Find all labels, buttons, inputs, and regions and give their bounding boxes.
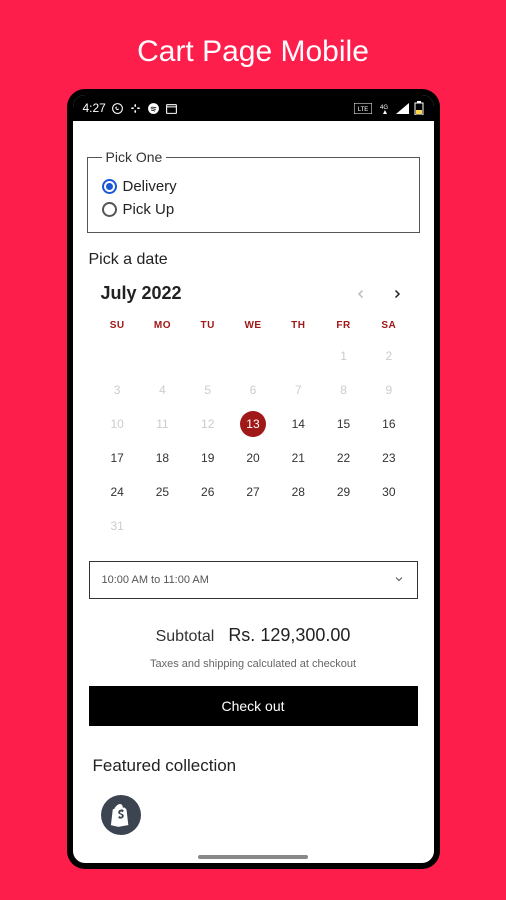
svg-text:LTE: LTE xyxy=(357,107,368,113)
calendar: July 2022 SUMOTUWETHFRSA 123456789101112… xyxy=(87,283,420,543)
radio-label: Delivery xyxy=(123,178,177,195)
battery-icon xyxy=(414,101,424,115)
calendar-day[interactable]: 23 xyxy=(366,441,411,475)
signal-icon xyxy=(396,103,409,114)
calendar-day: 12 xyxy=(185,407,230,441)
calendar-day: 9 xyxy=(366,373,411,407)
calendar-day[interactable]: 21 xyxy=(276,441,321,475)
calendar-day[interactable]: 16 xyxy=(366,407,411,441)
weekday-label: TH xyxy=(276,320,321,331)
calendar-day[interactable]: 22 xyxy=(321,441,366,475)
chevron-down-icon xyxy=(393,573,405,588)
calendar-day xyxy=(185,509,230,543)
calendar-day[interactable]: 17 xyxy=(95,441,140,475)
calendar-icon xyxy=(165,102,178,115)
weekday-label: TU xyxy=(185,320,230,331)
next-month-button[interactable] xyxy=(388,285,406,303)
calendar-day: 5 xyxy=(185,373,230,407)
calendar-day xyxy=(276,509,321,543)
weekday-label: SA xyxy=(366,320,411,331)
weekday-label: WE xyxy=(230,320,275,331)
calendar-day[interactable]: 24 xyxy=(95,475,140,509)
fieldset-legend: Pick One xyxy=(102,149,167,165)
calendar-day xyxy=(230,339,275,373)
home-indicator xyxy=(198,855,308,859)
spotify-icon xyxy=(147,102,160,115)
phone-frame: 4:27 LTE 4G Pick One Delivery xyxy=(67,89,440,869)
calendar-day: 7 xyxy=(276,373,321,407)
slack-icon xyxy=(129,102,142,115)
calendar-day[interactable]: 27 xyxy=(230,475,275,509)
calendar-day xyxy=(366,509,411,543)
calendar-day: 10 xyxy=(95,407,140,441)
radio-option-delivery[interactable]: Delivery xyxy=(102,178,405,195)
calendar-day: 2 xyxy=(366,339,411,373)
calendar-day xyxy=(140,339,185,373)
phone-screen: 4:27 LTE 4G Pick One Delivery xyxy=(73,95,434,863)
subtotal-label: Subtotal xyxy=(156,628,215,646)
radio-icon xyxy=(102,202,117,217)
status-time: 4:27 xyxy=(83,101,106,115)
calendar-day xyxy=(276,339,321,373)
calendar-day: 11 xyxy=(140,407,185,441)
calendar-day[interactable]: 20 xyxy=(230,441,275,475)
calendar-day: 31 xyxy=(95,509,140,543)
pick-date-label: Pick a date xyxy=(89,251,420,269)
radio-option-pickup[interactable]: Pick Up xyxy=(102,201,405,218)
calendar-day[interactable]: 19 xyxy=(185,441,230,475)
delivery-method-fieldset: Pick One Delivery Pick Up xyxy=(87,157,420,233)
calendar-day[interactable]: 18 xyxy=(140,441,185,475)
radio-icon xyxy=(102,179,117,194)
whatsapp-icon xyxy=(111,102,124,115)
calendar-day: 6 xyxy=(230,373,275,407)
lte-icon: LTE xyxy=(354,103,372,114)
radio-label: Pick Up xyxy=(123,201,175,218)
subtotal-row: Subtotal Rs. 129,300.00 xyxy=(87,625,420,646)
weekday-label: SU xyxy=(95,320,140,331)
weekday-label: FR xyxy=(321,320,366,331)
calendar-day xyxy=(321,509,366,543)
calendar-month-title: July 2022 xyxy=(101,283,182,304)
calendar-day: 8 xyxy=(321,373,366,407)
calendar-day xyxy=(140,509,185,543)
calendar-day xyxy=(95,339,140,373)
status-bar: 4:27 LTE 4G xyxy=(73,95,434,121)
calendar-day[interactable]: 28 xyxy=(276,475,321,509)
calendar-day xyxy=(230,509,275,543)
checkout-button[interactable]: Check out xyxy=(89,686,418,726)
calendar-day: 1 xyxy=(321,339,366,373)
featured-collection-heading: Featured collection xyxy=(93,756,420,776)
calendar-day[interactable]: 29 xyxy=(321,475,366,509)
time-slot-select[interactable]: 10:00 AM to 11:00 AM xyxy=(89,561,418,599)
svg-text:4G: 4G xyxy=(380,105,388,111)
time-slot-value: 10:00 AM to 11:00 AM xyxy=(102,574,209,586)
calendar-day xyxy=(185,339,230,373)
prev-month-button[interactable] xyxy=(352,285,370,303)
shopify-badge-icon[interactable] xyxy=(101,795,141,835)
network-4g-icon: 4G xyxy=(377,103,391,114)
calendar-day[interactable]: 26 xyxy=(185,475,230,509)
tax-shipping-note: Taxes and shipping calculated at checkou… xyxy=(87,658,420,670)
calendar-day[interactable]: 25 xyxy=(140,475,185,509)
calendar-day[interactable]: 13 xyxy=(230,407,275,441)
calendar-day: 4 xyxy=(140,373,185,407)
page-title: Cart Page Mobile xyxy=(0,0,506,89)
calendar-day[interactable]: 15 xyxy=(321,407,366,441)
subtotal-value: Rs. 129,300.00 xyxy=(228,625,350,646)
weekday-label: MO xyxy=(140,320,185,331)
calendar-day[interactable]: 14 xyxy=(276,407,321,441)
calendar-day[interactable]: 30 xyxy=(366,475,411,509)
calendar-day: 3 xyxy=(95,373,140,407)
